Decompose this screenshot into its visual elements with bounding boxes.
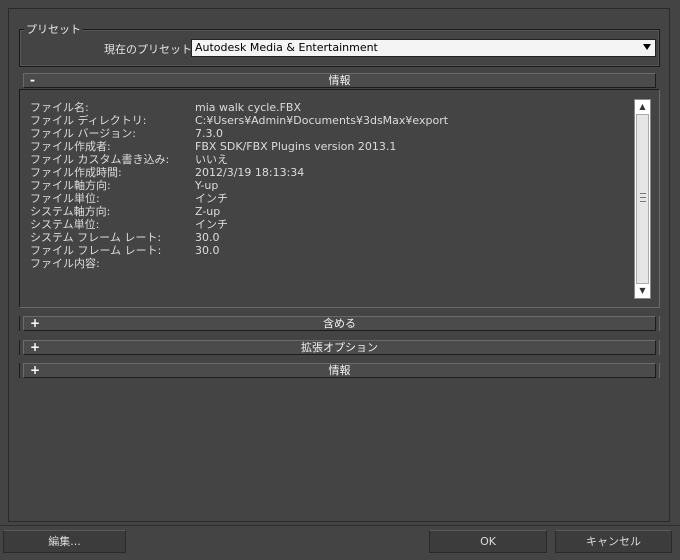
info-row-value: 30.0	[195, 231, 220, 244]
info-row-value: Y-up	[195, 179, 219, 192]
preset-dropdown-value: Autodesk Media & Entertainment	[195, 41, 378, 54]
info-row-key: ファイル バージョン:	[30, 127, 136, 140]
info-row-key: ファイル軸方向:	[30, 179, 111, 192]
scroll-up-icon[interactable]: ▲	[635, 100, 650, 114]
scroll-down-icon[interactable]: ▼	[635, 284, 650, 298]
info-row-key: システム軸方向:	[30, 205, 111, 218]
info-scrollbar[interactable]: ▲ ▼	[634, 99, 651, 299]
info-row-value: C:¥Users¥Admin¥Documents¥3dsMax¥export	[195, 114, 449, 127]
info-row-value: インチ	[195, 192, 228, 205]
include-rollout-title: 含める	[323, 317, 356, 330]
info-row-key: ファイル作成者:	[30, 140, 111, 153]
info2-rollout-title: 情報	[328, 364, 351, 377]
info-row-value: いいえ	[195, 153, 228, 166]
ok-button[interactable]: OK	[429, 530, 547, 553]
edit-button[interactable]: 編集...	[3, 530, 126, 553]
chevron-down-icon[interactable]	[643, 44, 651, 50]
info-row-key: ファイル単位:	[30, 192, 100, 205]
info-rollout-header[interactable]: - 情報	[23, 73, 656, 88]
scroll-thumb[interactable]	[636, 114, 649, 284]
grip-icon	[640, 193, 646, 202]
advanced-options-rollout-header[interactable]: + 拡張オプション	[23, 340, 656, 355]
info-rollout-title: 情報	[328, 74, 351, 87]
info-row-key: ファイル作成時間:	[30, 166, 122, 179]
info-row-key: ファイル内容:	[30, 257, 100, 270]
info-row-key: ファイル ディレクトリ:	[30, 114, 147, 127]
include-rollout-header[interactable]: + 含める	[23, 316, 656, 331]
info-row-value: Z-up	[195, 205, 221, 218]
cancel-button[interactable]: キャンセル	[555, 530, 672, 553]
footer-divider	[0, 525, 680, 526]
info-row-value: インチ	[195, 218, 228, 231]
info-row-value: FBX SDK/FBX Plugins version 2013.1	[195, 140, 397, 153]
info-row-key: ファイル カスタム書き込み:	[30, 153, 170, 166]
info-row-key: ファイル名:	[30, 101, 89, 114]
preset-group-legend: プリセット	[24, 21, 83, 37]
info-row-value: 30.0	[195, 244, 220, 257]
info-row-key: システム単位:	[30, 218, 100, 231]
advanced-options-rollout-title: 拡張オプション	[301, 341, 378, 354]
info-row-value: 7.3.0	[195, 127, 223, 140]
info-row-value: mia walk cycle.FBX	[195, 101, 302, 114]
current-preset-label: 現在のプリセット:	[104, 43, 196, 56]
info-row-value: 2012/3/19 18:13:34	[195, 166, 305, 179]
info-row-key: システム フレーム レート:	[30, 231, 162, 244]
info-row-key: ファイル フレーム レート:	[30, 244, 162, 257]
preset-dropdown[interactable]: Autodesk Media & Entertainment	[191, 39, 656, 57]
info2-rollout-header[interactable]: + 情報	[23, 363, 656, 378]
